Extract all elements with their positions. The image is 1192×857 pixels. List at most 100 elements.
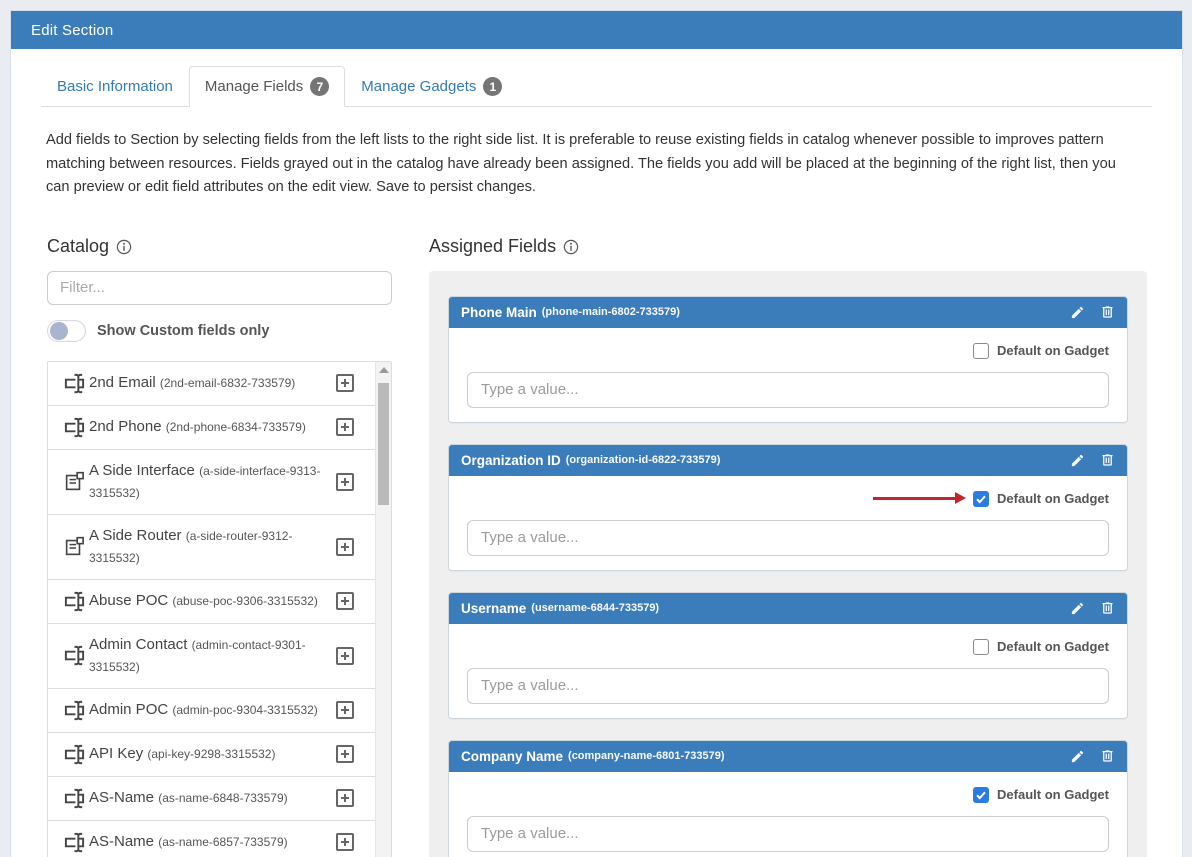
textbox-icon [63,743,89,766]
edit-pencil-icon[interactable] [1070,601,1085,616]
field-id: (admin-poc-9304-3315532) [172,703,317,717]
add-field-button[interactable] [336,538,354,556]
textbox-icon [63,699,89,722]
delete-trash-icon[interactable] [1100,452,1115,468]
add-field-button[interactable] [336,833,354,851]
textbox-icon [63,644,89,667]
tab-label: Basic Information [57,78,173,95]
scrollbar-thumb[interactable] [378,383,389,505]
scrollbar-up-icon[interactable] [376,362,391,379]
annotation-arrow [873,497,957,500]
field-id: (2nd-phone-6834-733579) [166,420,306,434]
info-icon[interactable] [563,239,579,255]
field-value-input[interactable] [467,816,1109,852]
assigned-field-card: Username (username-6844-733579) Default … [448,592,1128,719]
catalog-heading: Catalog [47,236,392,257]
field-name: AS-Name [89,833,154,850]
textbox-icon [63,787,89,810]
card-field-name: Username [461,601,526,616]
add-field-button[interactable] [336,473,354,491]
edit-pencil-icon[interactable] [1070,749,1085,764]
card-field-name: Phone Main [461,305,537,320]
tab-label: Manage Gadgets [361,78,476,95]
tab-count-badge: 1 [483,77,502,96]
edit-pencil-icon[interactable] [1070,453,1085,468]
tab-manage-gadgets[interactable]: Manage Gadgets 1 [345,66,518,107]
add-field-button[interactable] [336,789,354,807]
section-description: Add fields to Section by selecting field… [11,107,1182,200]
tab-manage-fields[interactable]: Manage Fields 7 [189,66,345,107]
field-value-input[interactable] [467,372,1109,408]
catalog-scrollbar[interactable] [375,362,391,857]
field-id: (as-name-6848-733579) [158,791,287,805]
field-name: 2nd Phone [89,418,162,435]
catalog-list-item[interactable]: A Side Router (a-side-router-9312-331553… [48,515,375,580]
card-header: Phone Main (phone-main-6802-733579) [449,297,1127,328]
catalog-list-item[interactable]: Admin Contact (admin-contact-9301-331553… [48,624,375,689]
info-icon[interactable] [116,239,132,255]
card-field-id: (username-6844-733579) [531,602,659,614]
delete-trash-icon[interactable] [1100,600,1115,616]
field-name: AS-Name [89,789,154,806]
field-name: API Key [89,745,143,762]
custom-fields-toggle-row: Show Custom fields only [47,320,392,342]
filter-input[interactable] [47,271,392,305]
default-on-gadget-checkbox[interactable] [973,639,989,655]
add-field-button[interactable] [336,374,354,392]
catalog-list-item[interactable]: AS-Name (as-name-6857-733579) [48,821,375,857]
field-name: 2nd Email [89,374,156,391]
catalog-column: Catalog Show Custom fields only 2nd Emai… [47,236,392,857]
add-field-button[interactable] [336,701,354,719]
catalog-list-item[interactable]: A Side Interface (a-side-interface-9313-… [48,450,375,515]
field-id: (2nd-email-6832-733579) [160,376,295,390]
tab-basic-information[interactable]: Basic Information [41,66,189,107]
default-on-gadget-checkbox[interactable] [973,491,989,507]
card-field-id: (company-name-6801-733579) [568,750,725,762]
tab-count-badge: 7 [310,77,329,96]
card-header: Username (username-6844-733579) [449,593,1127,624]
card-field-name: Company Name [461,749,563,764]
delete-trash-icon[interactable] [1100,748,1115,764]
catalog-list-item[interactable]: 2nd Phone (2nd-phone-6834-733579) [48,406,375,450]
catalog-rows: 2nd Email (2nd-email-6832-733579) 2nd Ph… [48,362,375,857]
field-name: Abuse POC [89,592,168,609]
catalog-title: Catalog [47,236,109,257]
assigned-heading: Assigned Fields [429,236,1147,257]
catalog-list-item[interactable]: Admin POC (admin-poc-9304-3315532) [48,689,375,733]
edit-pencil-icon[interactable] [1070,305,1085,320]
field-name: Admin Contact [89,636,187,653]
assigned-title: Assigned Fields [429,236,556,257]
add-field-button[interactable] [336,592,354,610]
textbox-icon [63,372,89,395]
default-on-gadget-checkbox[interactable] [973,343,989,359]
custom-fields-toggle[interactable] [47,320,86,342]
toggle-knob [50,322,68,340]
field-value-input[interactable] [467,520,1109,556]
catalog-list: 2nd Email (2nd-email-6832-733579) 2nd Ph… [47,361,392,857]
select-icon [63,470,89,493]
add-field-button[interactable] [336,745,354,763]
textbox-icon [63,831,89,854]
card-field-id: (organization-id-6822-733579) [566,454,721,466]
field-name: A Side Router [89,527,182,544]
catalog-list-item[interactable]: AS-Name (as-name-6848-733579) [48,777,375,821]
delete-trash-icon[interactable] [1100,304,1115,320]
assigned-fields-container: Phone Main (phone-main-6802-733579) Defa… [429,271,1147,857]
default-on-gadget-checkbox[interactable] [973,787,989,803]
field-id: (abuse-poc-9306-3315532) [172,594,317,608]
field-id: (as-name-6857-733579) [158,835,287,849]
card-header: Company Name (company-name-6801-733579) [449,741,1127,772]
add-field-button[interactable] [336,418,354,436]
assigned-field-card: Organization ID (organization-id-6822-73… [448,444,1128,571]
catalog-list-item[interactable]: Abuse POC (abuse-poc-9306-3315532) [48,580,375,624]
textbox-icon [63,590,89,613]
add-field-button[interactable] [336,647,354,665]
catalog-list-item[interactable]: API Key (api-key-9298-3315532) [48,733,375,777]
catalog-list-item[interactable]: 2nd Email (2nd-email-6832-733579) [48,362,375,406]
tabs: Basic Information Manage Fields 7 Manage… [41,66,1152,107]
assigned-column: Assigned Fields Phone Main (phone-main-6… [429,236,1147,857]
card-field-id: (phone-main-6802-733579) [542,306,680,318]
page-title: Edit Section [31,22,113,39]
field-value-input[interactable] [467,668,1109,704]
field-name: Admin POC [89,701,168,718]
